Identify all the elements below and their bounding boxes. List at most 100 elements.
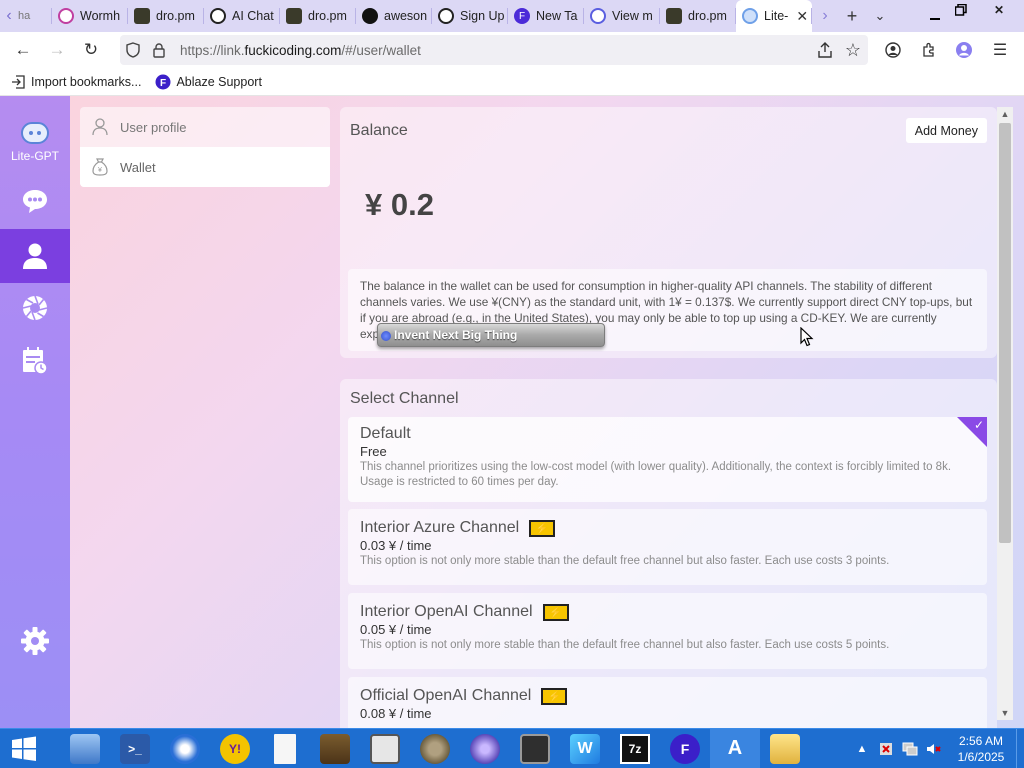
bookmark-star-icon[interactable]: ☆ [838, 35, 868, 65]
import-icon [10, 74, 26, 90]
channel-option-interior-azure[interactable]: Interior Azure Channel ⚡ 0.03 ¥ / time T… [348, 509, 987, 585]
terminal-monitor-icon [520, 733, 550, 764]
clock-time: 2:56 AM [958, 734, 1004, 748]
bookmark-ablaze-support[interactable]: F Ablaze Support [155, 74, 262, 90]
tray-volume-muted-icon[interactable] [922, 729, 946, 768]
channel-price: 0.05 ¥ / time [360, 622, 432, 637]
page-scrollbar[interactable]: ▲ ▼ [997, 107, 1013, 720]
sidebar-item-history[interactable] [0, 336, 70, 386]
taskbar-app-folder[interactable] [760, 729, 810, 768]
taskbar-app-disk-tool[interactable] [360, 729, 410, 768]
channel-option-default[interactable]: Default Free This channel prioritizes us… [348, 417, 987, 502]
taskbar-app-yahoo-messenger[interactable]: Y! [210, 729, 260, 768]
close-window-icon[interactable]: ✕ [976, 0, 1022, 20]
taskbar-app-document[interactable] [260, 729, 310, 768]
sidebar-item-user[interactable] [0, 229, 70, 283]
new-tab-plus-icon[interactable]: + [838, 0, 866, 32]
tab-lite-gpt[interactable]: Lite- ✕ [736, 0, 812, 32]
taskbar-app-ablaze[interactable]: F [660, 729, 710, 768]
tab-ai-chat[interactable]: AI Chat [204, 0, 280, 32]
tab-scroll-left-icon[interactable]: ‹ [0, 0, 18, 32]
sidebar-logo[interactable]: Lite-GPT [0, 116, 70, 168]
system-clock[interactable]: 2:56 AM 1/6/2025 [946, 733, 1016, 765]
start-button[interactable] [0, 729, 48, 768]
channel-name: Interior OpenAI Channel [360, 603, 533, 620]
tab-wormhole[interactable]: Wormh [52, 0, 128, 32]
scroll-down-arrow-icon[interactable]: ▼ [997, 706, 1013, 720]
lock-icon[interactable] [146, 42, 172, 58]
tray-security-icon[interactable] [874, 729, 898, 768]
nav-bar: ← → ↻ https://link.fuckicoding.com/#/use… [0, 32, 1024, 68]
svg-text:¥: ¥ [98, 167, 102, 174]
taskbar-app-minecraft[interactable] [310, 729, 360, 768]
forward-arrow-icon[interactable]: → [40, 33, 74, 67]
ablaze-icon: F [670, 733, 700, 764]
settings-gear-icon [470, 733, 500, 764]
yahoo-messenger-icon: Y! [220, 733, 250, 764]
taskbar-app-gimp[interactable] [410, 729, 460, 768]
taskbar-app-file-manager[interactable] [60, 729, 110, 768]
blank-document-icon [274, 733, 296, 764]
thunderbird-icon [170, 733, 200, 764]
gear-icon [21, 627, 49, 655]
tab-dropm-3[interactable]: dro.pm [660, 0, 736, 32]
channel-option-official-openai[interactable]: Official OpenAI Channel ⚡ 0.08 ¥ / time [348, 677, 987, 728]
taskbar-app-7zip[interactable]: 7z [610, 729, 660, 768]
bookmarks-bar: Import bookmarks... F Ablaze Support [0, 68, 1024, 96]
taskbar-app-terminal[interactable] [510, 729, 560, 768]
add-money-button[interactable]: Add Money [905, 118, 987, 143]
tab-github[interactable]: aweson [356, 0, 432, 32]
channel-option-interior-openai[interactable]: Interior OpenAI Channel ⚡ 0.05 ¥ / time … [348, 593, 987, 669]
minimize-icon[interactable] [924, 6, 946, 26]
shield-icon[interactable] [120, 42, 146, 58]
share-icon[interactable] [810, 35, 840, 65]
dropm-icon [134, 8, 150, 24]
ablaze-icon: F [514, 8, 530, 24]
tray-expand-chevron-icon[interactable]: ▲ [850, 729, 874, 768]
tray-network-icon[interactable] [898, 729, 922, 768]
channel-title: Select Channel [350, 390, 459, 407]
folder-icon [770, 733, 800, 764]
scroll-up-arrow-icon[interactable]: ▲ [997, 107, 1013, 121]
scrollbar-thumb[interactable] [999, 123, 1011, 543]
tab-sign-up[interactable]: Sign Up [432, 0, 508, 32]
sidebar-item-aperture[interactable] [0, 283, 70, 333]
taskbar-app-thunderbird[interactable] [160, 729, 210, 768]
restore-icon[interactable] [950, 0, 972, 20]
tab-new-tab[interactable]: F New Ta [508, 0, 584, 32]
app-sidebar: Lite-GPT [0, 96, 70, 728]
account-icon[interactable] [878, 35, 908, 65]
tab-scroll-right-icon[interactable]: › [812, 0, 838, 32]
profile-avatar-icon[interactable] [949, 35, 979, 65]
tab-dropm-1[interactable]: dro.pm [128, 0, 204, 32]
balance-card: Balance Add Money ¥ 0.2 The balance in t… [340, 107, 997, 358]
ablaze-icon: F [155, 74, 171, 90]
system-tray: ▲ 2:56 AM 1/6/2025 [850, 729, 1024, 768]
close-tab-icon[interactable]: ✕ [796, 8, 808, 25]
tab-list-chevron-icon[interactable]: ⌄ [866, 0, 894, 32]
extensions-icon[interactable] [914, 35, 944, 65]
menu-item-user-profile[interactable]: User profile [80, 107, 330, 147]
minecraft-icon [320, 733, 350, 764]
github-icon [362, 8, 378, 24]
taskbar-app-arduino[interactable]: A [710, 728, 760, 768]
hamburger-menu-icon[interactable]: ☰ [985, 35, 1015, 65]
channel-description: This option is not only more stable than… [360, 555, 890, 567]
show-desktop-button[interactable] [1016, 729, 1024, 768]
gimp-icon [420, 733, 450, 764]
balance-title: Balance [350, 122, 408, 139]
reload-icon[interactable]: ↻ [74, 33, 108, 67]
tab-dropm-2[interactable]: dro.pm [280, 0, 356, 32]
bookmark-import[interactable]: Import bookmarks... [10, 74, 141, 90]
back-arrow-icon[interactable]: ← [6, 33, 40, 67]
tab-view[interactable]: View m [584, 0, 660, 32]
tab-partial[interactable]: ha [18, 0, 52, 32]
sidebar-item-settings[interactable] [0, 616, 70, 666]
channel-price: 0.08 ¥ / time [360, 706, 432, 721]
url-bar[interactable]: https://link.fuckicoding.com/#/user/wall… [120, 35, 868, 65]
taskbar-app-wavebox[interactable]: W [560, 729, 610, 768]
taskbar-app-powershell[interactable]: >_ [110, 729, 160, 768]
menu-item-wallet[interactable]: ¥ Wallet [80, 147, 330, 187]
taskbar-app-settings[interactable] [460, 729, 510, 768]
sidebar-item-chat[interactable] [0, 176, 70, 226]
